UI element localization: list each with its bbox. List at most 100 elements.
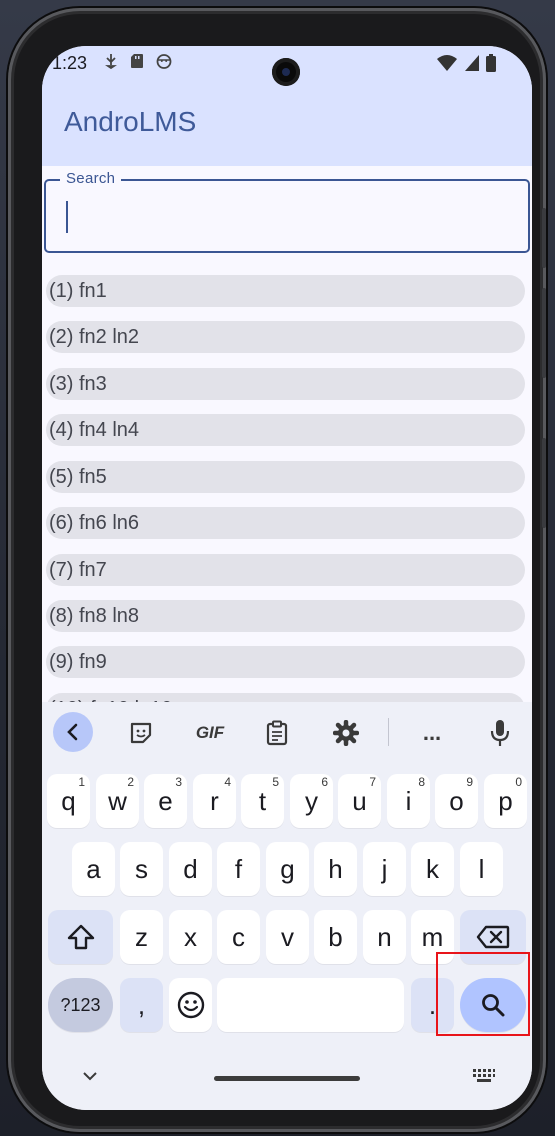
emoji-key[interactable]: [169, 978, 212, 1032]
status-bar: 1:23: [42, 46, 532, 86]
sticker-button[interactable]: [126, 718, 156, 748]
key-hint: 3: [175, 775, 182, 789]
microphone-icon: [490, 720, 510, 746]
key-label: r: [210, 785, 219, 816]
usb-debug-icon: [105, 54, 117, 69]
key-o[interactable]: o9: [435, 774, 478, 828]
gif-button[interactable]: GIF: [192, 718, 228, 748]
collapse-toolbar-button[interactable]: [53, 712, 93, 752]
key-u[interactable]: u7: [338, 774, 381, 828]
key-c[interactable]: c: [217, 910, 260, 964]
key-hint: 1: [78, 775, 85, 789]
key-j[interactable]: j: [363, 842, 406, 896]
symbols-key[interactable]: ?123: [48, 978, 113, 1032]
key-s[interactable]: s: [120, 842, 163, 896]
settings-button[interactable]: [331, 718, 361, 748]
navigation-bar: [42, 1056, 532, 1110]
key-hint: 7: [369, 775, 376, 789]
app-bar: AndroLMS: [42, 86, 532, 166]
key-e[interactable]: e3: [144, 774, 187, 828]
cell-signal-icon: [465, 55, 479, 71]
voice-input-button[interactable]: [485, 718, 515, 748]
backspace-icon: [476, 925, 510, 949]
key-q[interactable]: q1: [47, 774, 90, 828]
shift-icon: [67, 924, 94, 950]
volume-button: [542, 288, 546, 378]
list-item[interactable]: (4) fn4 ln4: [46, 414, 525, 446]
device-screen: 1:23 AndroLMS Search (1) fn1 (2) fn2 ln2…: [42, 46, 532, 1110]
search-field[interactable]: Search: [44, 170, 530, 253]
toolbar-divider: [388, 718, 389, 746]
key-h[interactable]: h: [314, 842, 357, 896]
key-k[interactable]: k: [411, 842, 454, 896]
text-cursor: [66, 201, 68, 233]
clipboard-button[interactable]: [262, 718, 292, 748]
key-label: y: [305, 785, 318, 816]
wifi-icon: [437, 55, 457, 71]
list-item[interactable]: (6) fn6 ln6: [46, 507, 525, 539]
highlight-box: [436, 952, 530, 1036]
key-label: o: [449, 785, 464, 816]
key-label: e: [158, 785, 173, 816]
key-hint: 0: [515, 775, 522, 789]
app-title: AndroLMS: [64, 106, 197, 137]
search-label: Search: [60, 170, 122, 187]
sticker-icon: [130, 722, 152, 744]
search-input[interactable]: [70, 195, 514, 237]
key-p[interactable]: p0: [484, 774, 527, 828]
emoji-icon: [177, 991, 204, 1019]
keyboard-toolbar: GIF ...: [42, 702, 532, 762]
spacebar-key[interactable]: [217, 978, 404, 1032]
list-item[interactable]: (9) fn9: [46, 646, 525, 678]
home-indicator[interactable]: [214, 1076, 360, 1081]
key-label: u: [352, 785, 367, 816]
battery-icon: [486, 54, 496, 72]
key-i[interactable]: i8: [387, 774, 430, 828]
list-item[interactable]: (8) fn8 ln8: [46, 600, 525, 632]
key-label: t: [258, 785, 267, 816]
key-label: w: [108, 785, 127, 816]
comma-key[interactable]: ,: [120, 978, 163, 1032]
list-item[interactable]: (2) fn2 ln2: [46, 321, 525, 353]
key-v[interactable]: v: [266, 910, 309, 964]
shift-key[interactable]: [48, 910, 113, 964]
chevron-left-icon: [67, 723, 78, 741]
key-l[interactable]: l: [460, 842, 503, 896]
key-hint: 8: [418, 775, 425, 789]
key-hint: 9: [466, 775, 473, 789]
key-d[interactable]: d: [169, 842, 212, 896]
key-b[interactable]: b: [314, 910, 357, 964]
key-f[interactable]: f: [217, 842, 260, 896]
clipboard-icon: [266, 720, 288, 746]
key-t[interactable]: t5: [241, 774, 284, 828]
key-z[interactable]: z: [120, 910, 163, 964]
android-face-icon: [156, 54, 172, 69]
key-y[interactable]: y6: [290, 774, 333, 828]
soft-keyboard: GIF ... q 1 w 2 e 3 r 4 t 5 y 6 u 7 i 8 …: [42, 702, 532, 1110]
front-camera: [272, 58, 300, 86]
key-hint: 5: [272, 775, 279, 789]
hide-keyboard-icon[interactable]: [82, 1070, 98, 1082]
key-x[interactable]: x: [169, 910, 212, 964]
key-hint: 2: [127, 775, 134, 789]
key-label: i: [405, 785, 412, 816]
key-w[interactable]: w2: [96, 774, 139, 828]
list-item[interactable]: (5) fn5: [46, 461, 525, 493]
key-n[interactable]: n: [363, 910, 406, 964]
key-r[interactable]: r4: [193, 774, 236, 828]
key-a[interactable]: a: [72, 842, 115, 896]
list-item[interactable]: (7) fn7: [46, 554, 525, 586]
status-time: 1:23: [52, 53, 88, 73]
keyboard-switch-icon[interactable]: [472, 1068, 496, 1084]
sd-card-icon: [131, 54, 143, 68]
key-hint: 6: [321, 775, 328, 789]
more-options-button[interactable]: ...: [417, 718, 447, 748]
key-g[interactable]: g: [266, 842, 309, 896]
gear-icon: [333, 720, 359, 746]
key-label: p: [498, 785, 513, 816]
power-button: [542, 438, 546, 528]
key-label: q: [61, 785, 76, 816]
key-hint: 4: [224, 775, 231, 789]
list-item[interactable]: (1) fn1: [46, 275, 525, 307]
list-item[interactable]: (3) fn3: [46, 368, 525, 400]
